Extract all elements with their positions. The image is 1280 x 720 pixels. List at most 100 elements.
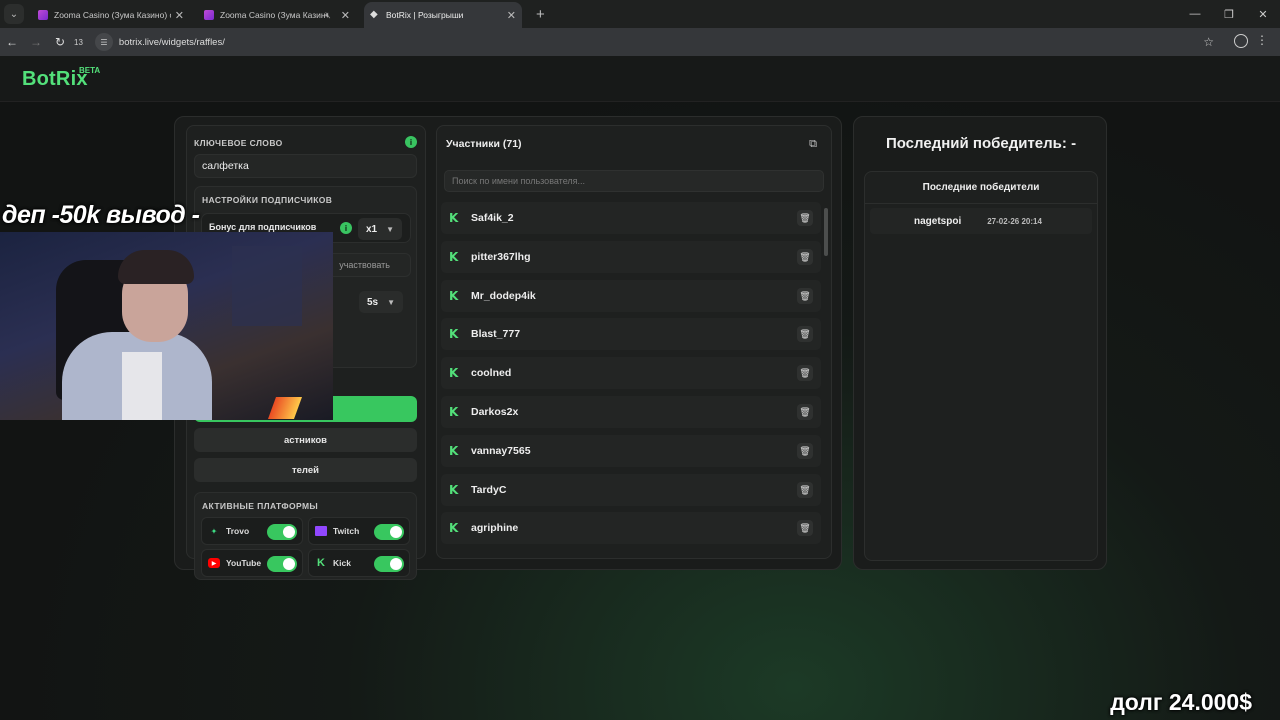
timer-select[interactable]: 5s ▼ (359, 291, 403, 313)
tab-title: BotRix | Розыгрыши (386, 10, 464, 20)
participant-name: Blast_777 (471, 328, 521, 340)
url-text: botrix.live/widgets/raffles/ (118, 36, 225, 48)
trash-icon[interactable]: 🗑︎ (797, 520, 813, 536)
platform-kick: K Kick (308, 549, 410, 577)
subscriber-bonus-label: Бонус для подписчиков (209, 222, 317, 232)
browser-tab-bar: ⌄ Zooma Casino (Зума Казино) о ✕ Zooma C… (0, 0, 1280, 28)
browser-tab-2[interactable]: Zooma Casino (Зума Казино) 🔇︎ ✕ (198, 2, 356, 28)
platform-name: Twitch (333, 526, 360, 536)
bookmark-star-icon[interactable]: ☆ (1203, 35, 1214, 49)
participant-list: K Saf4ik_2 🗑︎ Kpitter367lhg 🗑︎ K Mr_dodep4ik 🗑︎… (441, 202, 821, 554)
stream-caption: деп -50k вывод - (2, 201, 200, 229)
participant-row: K Darkos2x 🗑︎ (441, 396, 821, 428)
profile-icon[interactable] (1234, 34, 1248, 48)
trash-icon[interactable]: 🗑︎ (797, 249, 813, 265)
participant-row: Kagriphine 🗑︎ (441, 512, 821, 544)
close-window-icon[interactable]: ✕ (1246, 0, 1280, 28)
participant-row: K TardyC 🗑︎ (441, 474, 821, 506)
participant-row: K Mr_dodep4ik 🗑︎ (441, 280, 821, 312)
kick-icon: K (449, 444, 459, 458)
participants-panel: Участники (71) ⧉ Поиск по имени пользова… (436, 125, 832, 559)
trash-icon[interactable]: 🗑︎ (797, 443, 813, 459)
back-icon[interactable]: ← (0, 35, 24, 49)
webcam-lamp (267, 397, 303, 419)
site-info-icon[interactable]: ☰ (94, 33, 113, 51)
minimize-icon[interactable]: — (1178, 0, 1212, 28)
trash-icon[interactable]: 🗑︎ (797, 210, 813, 226)
browser-tab-3[interactable]: ◆ BotRix | Розыгрыши ✕ (364, 2, 522, 28)
webcam-person-shirt (122, 352, 162, 420)
clear-participants-button[interactable]: астников (194, 428, 417, 452)
kick-toggle[interactable] (374, 556, 404, 572)
close-tab-icon[interactable]: ✕ (341, 9, 350, 22)
trovo-toggle[interactable] (267, 524, 297, 540)
recent-winners-box: Последние победители nagetspoi 27-02-26 … (864, 171, 1098, 561)
platform-name: Kick (333, 558, 351, 568)
platform-trovo: ✦ Trovo (201, 517, 303, 545)
subscriber-settings-title: НАСТРОЙКИ ПОДПИСЧИКОВ (202, 195, 333, 205)
timer-value: 5s (367, 296, 379, 308)
close-tab-icon[interactable]: ✕ (507, 9, 516, 22)
recent-winners-title: Последние победители (865, 172, 1097, 204)
reload-count: 13 (74, 37, 83, 47)
beta-badge: BETA (79, 66, 101, 75)
window-controls: — ❐ ✕ (1178, 0, 1280, 28)
muted-speaker-icon[interactable]: 🔇︎ (325, 10, 331, 21)
trash-icon[interactable]: 🗑︎ (797, 288, 813, 304)
bonus-multiplier-select[interactable]: x1 ▼ (358, 218, 402, 240)
participant-row: Kpitter367lhg 🗑︎ (441, 241, 821, 273)
trash-icon[interactable]: 🗑︎ (797, 326, 813, 342)
participant-name: Darkos2x (471, 406, 519, 418)
site-header: BotRix BETA (0, 56, 1280, 102)
close-tab-icon[interactable]: ✕ (175, 9, 184, 22)
youtube-toggle[interactable] (267, 556, 297, 572)
browser-tab-1[interactable]: Zooma Casino (Зума Казино) о ✕ (32, 2, 190, 28)
participant-row: K Saf4ik_2 🗑︎ (441, 202, 821, 234)
participant-name: Saf4ik_2 (471, 212, 514, 224)
platforms-box: АКТИВНЫЕ ПЛАТФОРМЫ ✦ Trovo Twitch ▶ YouT… (194, 492, 417, 580)
kick-icon: K (317, 557, 325, 569)
kick-icon: K (449, 289, 459, 303)
participant-scrollbar[interactable] (824, 208, 828, 554)
twitch-toggle[interactable] (374, 524, 404, 540)
participant-name: TardyC (471, 484, 507, 496)
info-icon[interactable]: i (340, 222, 352, 234)
tab-title: Zooma Casino (Зума Казино) о (54, 10, 171, 20)
tab-favicon (38, 10, 48, 20)
platform-youtube: ▶ YouTube (201, 549, 303, 577)
keyword-input[interactable]: салфетка (194, 154, 417, 178)
scrollbar-thumb[interactable] (824, 208, 828, 256)
platform-name: Trovo (226, 526, 250, 536)
winner-row: nagetspoi 27-02-26 20:14 (870, 208, 1092, 234)
kick-icon: K (449, 366, 459, 380)
trash-icon[interactable]: 🗑︎ (797, 404, 813, 420)
trash-icon[interactable]: 🗑︎ (797, 365, 813, 381)
tab-favicon (204, 10, 214, 20)
menu-kebab-icon[interactable]: ⋮ (1256, 33, 1268, 47)
chevron-down-icon: ▼ (387, 297, 395, 307)
webcam-overlay (0, 232, 333, 420)
new-tab-icon[interactable]: + (536, 6, 545, 23)
participant-name: pitter367lhg (471, 251, 531, 263)
participant-search-input[interactable]: Поиск по имени пользователя... (444, 170, 824, 192)
kick-icon: K (449, 250, 459, 264)
winner-card: Последний победитель: - Последние победи… (853, 116, 1107, 570)
copy-icon[interactable]: ⧉ (805, 136, 821, 152)
restore-icon[interactable]: ❐ (1212, 0, 1246, 28)
url-field[interactable]: ☰ botrix.live/widgets/raffles/ (91, 31, 1221, 53)
clear-winners-button[interactable]: телей (194, 458, 417, 482)
reload-icon[interactable]: ↻ (48, 35, 72, 49)
trash-icon[interactable]: 🗑︎ (797, 482, 813, 498)
info-icon[interactable]: i (405, 136, 417, 148)
kick-icon: K (449, 327, 459, 341)
forward-icon[interactable]: → (24, 35, 48, 49)
kick-icon: K (449, 211, 459, 225)
winner-date: 27-02-26 20:14 (987, 216, 1042, 226)
tab-title: Zooma Casino (Зума Казино) (220, 10, 326, 20)
debt-overlay: долг 24.000$ (1110, 689, 1252, 715)
participant-name: vannay7565 (471, 445, 531, 457)
botrix-logo[interactable]: BotRix (22, 68, 88, 91)
participant-row: Kcoolned 🗑︎ (441, 357, 821, 389)
webcam-window (232, 246, 302, 326)
tab-search-button[interactable]: ⌄ (4, 4, 24, 24)
